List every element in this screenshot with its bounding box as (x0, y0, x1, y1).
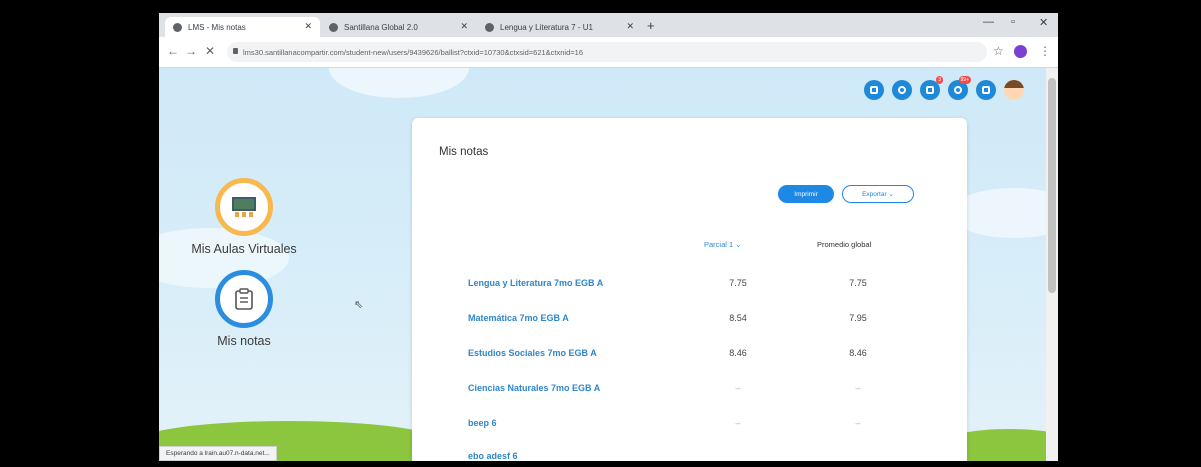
table-row: Estudios Sociales 7mo EGB A 8.46 8.46 (468, 348, 938, 364)
partial-selector[interactable]: Parcial 1 ⌄ (704, 240, 742, 249)
mouse-cursor-icon: ⇖ (354, 299, 364, 311)
tab-santillana-global[interactable]: Santillana Global 2.0 ✕ (321, 17, 476, 37)
status-bar: Esperando a lrain.au07.n-data.net... (159, 446, 277, 461)
scrollbar-thumb[interactable] (1048, 78, 1056, 293)
subject-link[interactable]: Ciencias Naturales 7mo EGB A (468, 383, 600, 393)
nav-label: Mis notas (217, 334, 271, 348)
subject-link[interactable]: ebo adesf 6 (468, 451, 518, 461)
notifications-bell-icon[interactable]: 99+ (948, 76, 971, 100)
clipboard-icon (215, 270, 273, 328)
stop-icon[interactable]: ✕ (205, 44, 215, 58)
nav-label: Mis Aulas Virtuales (191, 242, 297, 256)
partial-grade: 8.54 (729, 313, 747, 323)
profile-avatar[interactable] (1014, 45, 1027, 58)
lock-icon (233, 48, 238, 54)
partial-grade: – (735, 383, 741, 393)
notifications-badge: 99+ (958, 76, 971, 84)
grades-card: Mis notas Imprimir Exportar ⌄ Parcial 1 … (412, 118, 967, 461)
santillana-favicon-icon (485, 22, 494, 32)
subject-link[interactable]: Matemática 7mo EGB A (468, 313, 569, 323)
subject-link[interactable]: Lengua y Literatura 7mo EGB A (468, 278, 603, 288)
clock-icon[interactable] (892, 80, 912, 100)
print-button[interactable]: Imprimir (778, 185, 834, 203)
partial-grade: 8.46 (729, 348, 747, 358)
browser-window: LMS - Mis notas ✕ Santillana Global 2.0 … (159, 13, 1058, 461)
nav-mis-aulas-virtuales[interactable]: Mis Aulas Virtuales (174, 178, 314, 256)
average-grade: 7.75 (849, 278, 867, 288)
average-grade: – (855, 383, 861, 393)
url-input[interactable]: lms30.santillanacompartir.com/student-ne… (227, 42, 987, 62)
window-close-icon[interactable]: ✕ (1039, 16, 1048, 29)
user-avatar[interactable] (1004, 80, 1024, 100)
lms-favicon-icon (173, 22, 182, 32)
tab-title: Lengua y Literatura 7 - U1 (500, 22, 593, 32)
messages-badge: 3 (936, 76, 943, 84)
forward-icon[interactable]: → (185, 44, 197, 58)
tab-strip: LMS - Mis notas ✕ Santillana Global 2.0 … (159, 13, 1058, 37)
maximize-icon[interactable]: ▫ (1011, 16, 1015, 28)
export-button[interactable]: Exportar ⌄ (842, 185, 914, 203)
tab-close-icon[interactable]: ✕ (626, 21, 634, 32)
cloud-decoration (329, 68, 469, 98)
average-grade: 7.95 (849, 313, 867, 323)
tab-title: LMS - Mis notas (188, 22, 246, 32)
average-grade: 8.46 (849, 348, 867, 358)
tab-close-icon[interactable]: ✕ (460, 21, 468, 32)
subject-link[interactable]: beep 6 (468, 418, 497, 428)
page-scrollbar[interactable] (1046, 68, 1058, 461)
partial-grade: 7.75 (729, 278, 747, 288)
nav-mis-notas[interactable]: Mis notas (174, 270, 314, 348)
tab-title: Santillana Global 2.0 (344, 22, 418, 32)
subject-link[interactable]: Estudios Sociales 7mo EGB A (468, 348, 597, 358)
minimize-icon[interactable]: — (983, 16, 994, 28)
table-row: beep 6 – – (468, 418, 938, 434)
back-icon[interactable]: ← (167, 44, 179, 58)
page-content: 3 99+ Mis Aulas Virtuales Mis notas ⇖ Mi… (159, 68, 1046, 461)
table-row: Lengua y Literatura 7mo EGB A 7.75 7.75 (468, 278, 938, 294)
address-bar-row: ← → ✕ lms30.santillanacompartir.com/stud… (159, 37, 1058, 68)
table-row: Matemática 7mo EGB A 8.54 7.95 (468, 313, 938, 329)
url-text: lms30.santillanacompartir.com/student-ne… (243, 47, 583, 57)
new-tab-icon[interactable]: + (647, 18, 655, 33)
network-icon[interactable] (976, 80, 996, 100)
page-title: Mis notas (439, 146, 489, 158)
tab-mis-notas[interactable]: LMS - Mis notas ✕ (165, 17, 320, 37)
messages-icon[interactable]: 3 (920, 76, 943, 100)
bookmark-star-icon[interactable]: ☆ (993, 44, 1004, 58)
menu-kebab-icon[interactable]: ⋮ (1039, 44, 1051, 58)
tab-lengua-literatura[interactable]: Lengua y Literatura 7 - U1 ✕ (477, 17, 642, 37)
average-grade: – (855, 418, 861, 428)
average-column-header: Promedio global (817, 240, 872, 249)
partial-grade: – (735, 418, 741, 428)
virtual-classroom-icon (215, 178, 273, 236)
header-icons: 3 99+ (864, 76, 1024, 100)
santillana-favicon-icon (329, 22, 338, 32)
table-row: Ciencias Naturales 7mo EGB A – – (468, 383, 938, 399)
table-row: ebo adesf 6 (468, 451, 938, 461)
tab-close-icon[interactable]: ✕ (304, 21, 312, 32)
calendar-icon[interactable] (864, 80, 884, 100)
